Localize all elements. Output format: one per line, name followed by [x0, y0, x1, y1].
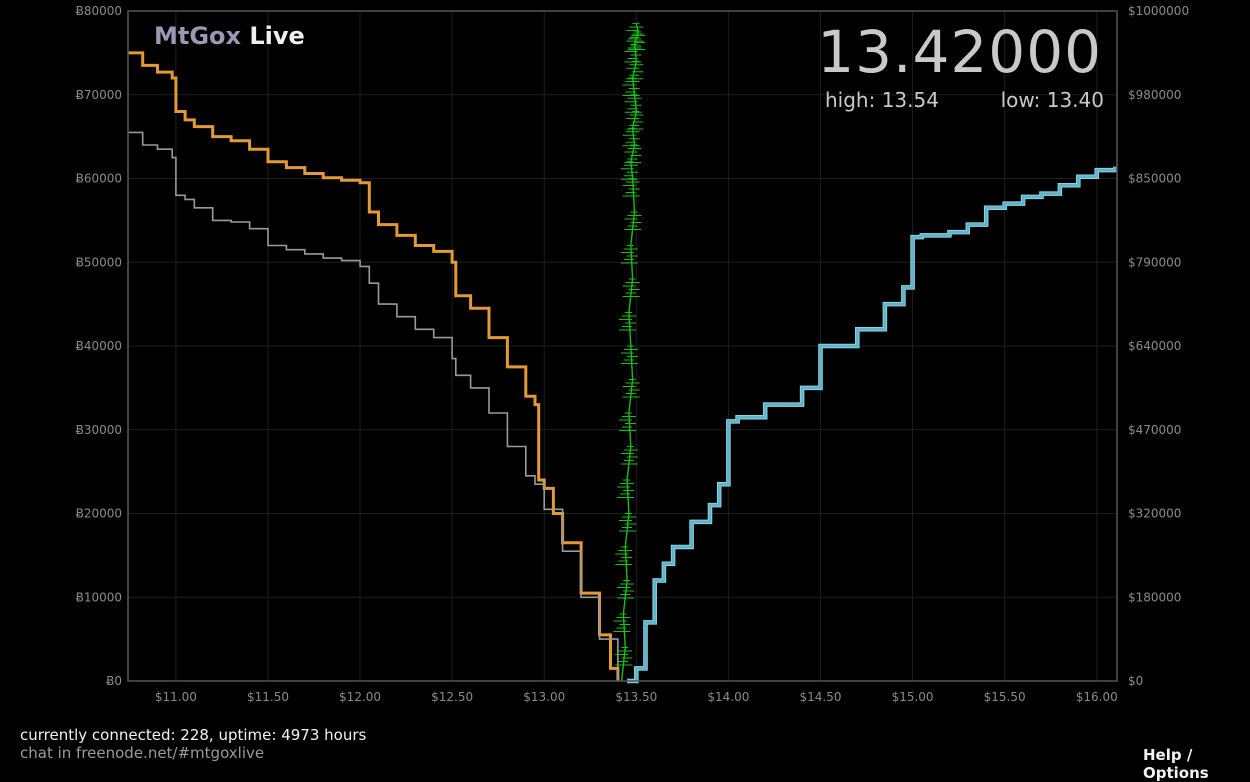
- x-tick-label: $11.50: [247, 690, 289, 704]
- x-axis: $11.00 $11.50 $12.00 $12.50 $13.00 $13.50 $14.…: [155, 690, 1118, 704]
- brand-mtgox: MtGox: [154, 22, 242, 50]
- y-right-tick-label: $980000: [1128, 88, 1181, 102]
- y-right-tick-label: $470000: [1128, 423, 1181, 437]
- y-right-tick-label: $320000: [1128, 507, 1181, 521]
- y-left-tick-label: Ƀ30000: [76, 423, 122, 437]
- y-right-tick-label: $0: [1128, 674, 1143, 688]
- y-axis-right: $0 $180000 $320000 $470000 $640000 $790000 $85…: [1128, 4, 1189, 688]
- series-asks: [627, 166, 1117, 683]
- y-axis-left: Ƀ0 Ƀ10000 Ƀ20000 Ƀ30000 Ƀ40000 Ƀ50000 Ƀ60000 Ƀ7…: [76, 4, 122, 688]
- connection-status: currently connected: 228, uptime: 4973 h…: [20, 726, 367, 744]
- x-tick-label: $13.00: [523, 690, 565, 704]
- x-tick-label: $15.50: [984, 690, 1026, 704]
- chart-grid: [128, 11, 1117, 681]
- series-asks-glow: [627, 166, 1118, 684]
- x-tick-label: $14.00: [707, 690, 749, 704]
- brand-title: MtGox Live: [154, 22, 305, 50]
- x-tick-label: $11.00: [155, 690, 197, 704]
- y-left-tick-label: Ƀ10000: [76, 590, 122, 604]
- y-left-tick-label: Ƀ20000: [76, 507, 122, 521]
- x-tick-label: $14.50: [799, 690, 841, 704]
- low-price: low: 13.40: [1000, 88, 1104, 112]
- high-price: high: 13.54: [825, 88, 939, 112]
- depth-chart: $11.00 $11.50 $12.00 $12.50 $13.00 $13.50 $14.…: [76, 4, 1189, 704]
- x-tick-label: $13.50: [615, 690, 657, 704]
- x-tick-label: $16.00: [1076, 690, 1118, 704]
- brand-live: Live: [249, 22, 305, 50]
- y-right-tick-label: $790000: [1128, 255, 1181, 269]
- y-left-tick-label: Ƀ40000: [76, 339, 122, 353]
- x-tick-label: $15.00: [892, 690, 934, 704]
- x-tick-label: $12.50: [431, 690, 473, 704]
- y-left-tick-label: Ƀ80000: [76, 4, 122, 18]
- x-tick-label: $12.00: [339, 690, 381, 704]
- y-left-tick-label: Ƀ50000: [76, 255, 122, 269]
- y-right-tick-label: $1000000: [1128, 4, 1189, 18]
- y-left-tick-label: Ƀ70000: [76, 88, 122, 102]
- y-right-tick-label: $850000: [1128, 172, 1181, 186]
- y-right-tick-label: $640000: [1128, 339, 1181, 353]
- y-right-tick-label: $180000: [1128, 590, 1181, 604]
- last-price: 13.42000: [817, 18, 1102, 86]
- series-layer: [128, 23, 1118, 684]
- help-options-link[interactable]: Help / Options: [1143, 746, 1250, 782]
- chat-link[interactable]: chat in freenode.net/#mtgoxlive: [20, 744, 366, 762]
- status-footer: currently connected: 228, uptime: 4973 h…: [20, 726, 366, 762]
- y-left-tick-label: Ƀ0: [106, 674, 122, 688]
- y-left-tick-label: Ƀ60000: [76, 172, 122, 186]
